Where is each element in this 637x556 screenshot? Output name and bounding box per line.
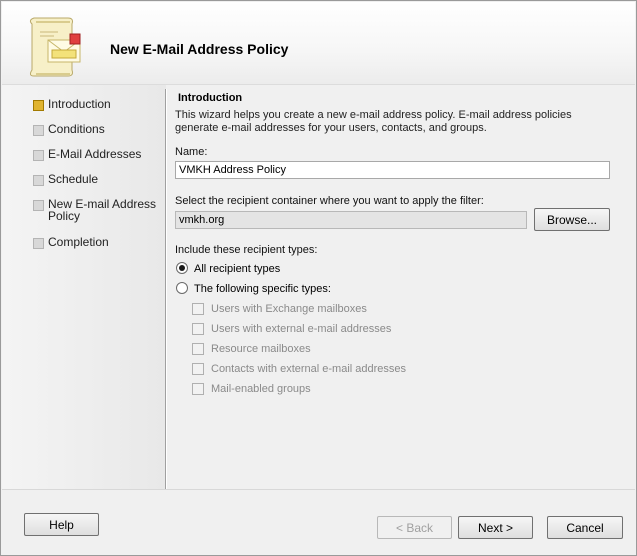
recipient-types-label: Include these recipient types:: [175, 244, 318, 256]
step-pending-indicator-icon: [33, 150, 44, 161]
policy-name-input[interactable]: [175, 161, 610, 179]
radio-all-label[interactable]: All recipient types: [194, 263, 280, 275]
wizard-steps-sidebar: Introduction Conditions E-Mail Addresses…: [2, 85, 166, 490]
step-pending-indicator-icon: [33, 238, 44, 249]
step-label: Schedule: [48, 172, 99, 186]
radio-selected-dot: [179, 265, 185, 271]
step-label: E-Mail Addresses: [48, 147, 142, 161]
checkbox-label: Mail-enabled groups: [211, 383, 311, 395]
next-button[interactable]: Next >: [458, 516, 533, 539]
email-policy-scroll-icon: [29, 17, 81, 77]
step-pending-indicator-icon: [33, 200, 44, 211]
step-pending-indicator-icon: [33, 125, 44, 136]
checkbox-label: Contacts with external e-mail addresses: [211, 363, 407, 375]
checkbox-mail-enabled-groups[interactable]: [192, 383, 204, 395]
step-label: Introduction: [48, 97, 111, 111]
recipient-container-field: [175, 211, 527, 229]
help-button[interactable]: Help: [24, 513, 99, 536]
checkbox-external-contacts[interactable]: [192, 363, 204, 375]
checkbox-resource-mailboxes[interactable]: [192, 343, 204, 355]
cancel-button[interactable]: Cancel: [547, 516, 623, 539]
wizard-title: New E-Mail Address Policy: [110, 41, 289, 57]
checkbox-label: Users with external e-mail addresses: [211, 323, 392, 335]
step-label: New E-mail Address Policy: [48, 197, 157, 223]
step-label: Conditions: [48, 122, 105, 136]
checkbox-exchange-mailboxes[interactable]: [192, 303, 204, 315]
checkbox-external-email-users[interactable]: [192, 323, 204, 335]
footer-divider: [2, 489, 635, 490]
intro-description: This wizard helps you create a new e-mai…: [175, 109, 572, 134]
radio-all-recipient-types[interactable]: [176, 262, 188, 274]
wizard-header: New E-Mail Address Policy: [2, 2, 635, 85]
sidebar-divider: [165, 89, 167, 489]
section-heading: Introduction: [178, 92, 243, 104]
wizard-window: New E-Mail Address Policy Introduction C…: [0, 0, 637, 556]
back-button[interactable]: < Back: [377, 516, 452, 539]
browse-button[interactable]: Browse...: [534, 208, 610, 231]
radio-specific-label[interactable]: The following specific types:: [194, 283, 331, 295]
step-pending-indicator-icon: [33, 175, 44, 186]
step-active-indicator-icon: [33, 100, 44, 111]
checkbox-label: Users with Exchange mailboxes: [211, 303, 367, 315]
name-label: Name:: [175, 146, 208, 158]
radio-specific-types[interactable]: [176, 282, 188, 294]
container-label: Select the recipient container where you…: [175, 195, 484, 207]
step-label: Completion: [48, 235, 109, 249]
checkbox-label: Resource mailboxes: [211, 343, 311, 355]
